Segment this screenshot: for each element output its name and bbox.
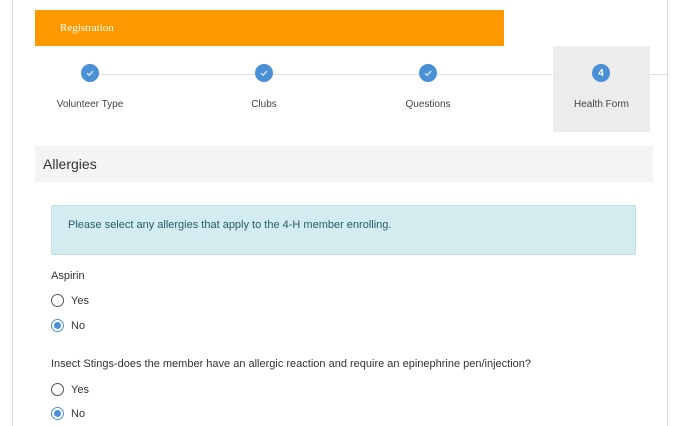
info-text: Please select any allergies that apply t… — [68, 219, 392, 231]
radio-button[interactable] — [51, 294, 64, 307]
aspirin-yes-option[interactable]: Yes — [51, 294, 89, 307]
step-questions[interactable]: Questions — [373, 46, 483, 132]
option-label: No — [71, 319, 86, 332]
step-clubs[interactable]: Clubs — [209, 46, 319, 132]
step-number-badge: 4 — [592, 64, 610, 82]
info-alert: Please select any allergies that apply t… — [51, 205, 636, 255]
option-label: Yes — [71, 294, 89, 307]
insect-stings-no-option[interactable]: No — [51, 407, 85, 420]
option-label: Yes — [71, 383, 89, 396]
stepper-line — [91, 74, 599, 75]
question-aspirin-label: Aspirin — [51, 270, 85, 282]
aspirin-no-option[interactable]: No — [51, 319, 85, 332]
radio-button[interactable] — [51, 383, 64, 396]
step-volunteer-type[interactable]: Volunteer Type — [35, 46, 145, 132]
step-label: Clubs — [251, 99, 277, 110]
step-health-form[interactable]: 4 Health Form — [553, 46, 650, 132]
registration-title: Registration — [60, 22, 114, 34]
step-label: Questions — [405, 99, 451, 110]
check-icon — [81, 64, 99, 82]
check-icon — [419, 64, 437, 82]
registration-panel: Registration Volunteer Type Clubs Questi… — [12, 0, 669, 426]
insect-stings-yes-option[interactable]: Yes — [51, 383, 89, 396]
step-label: Volunteer Type — [56, 99, 124, 110]
check-icon — [255, 64, 273, 82]
question-insect-stings-label: Insect Stings-does the member have an al… — [51, 358, 532, 370]
radio-button[interactable] — [51, 319, 64, 332]
section-title: Allergies — [43, 156, 97, 172]
radio-button[interactable] — [51, 407, 64, 420]
progress-stepper: Volunteer Type Clubs Questions 4 Health … — [13, 46, 669, 132]
allergies-section-header: Allergies — [35, 146, 653, 182]
option-label: No — [71, 407, 86, 420]
step-label: Health Form — [573, 99, 629, 110]
registration-header: Registration — [35, 10, 504, 46]
